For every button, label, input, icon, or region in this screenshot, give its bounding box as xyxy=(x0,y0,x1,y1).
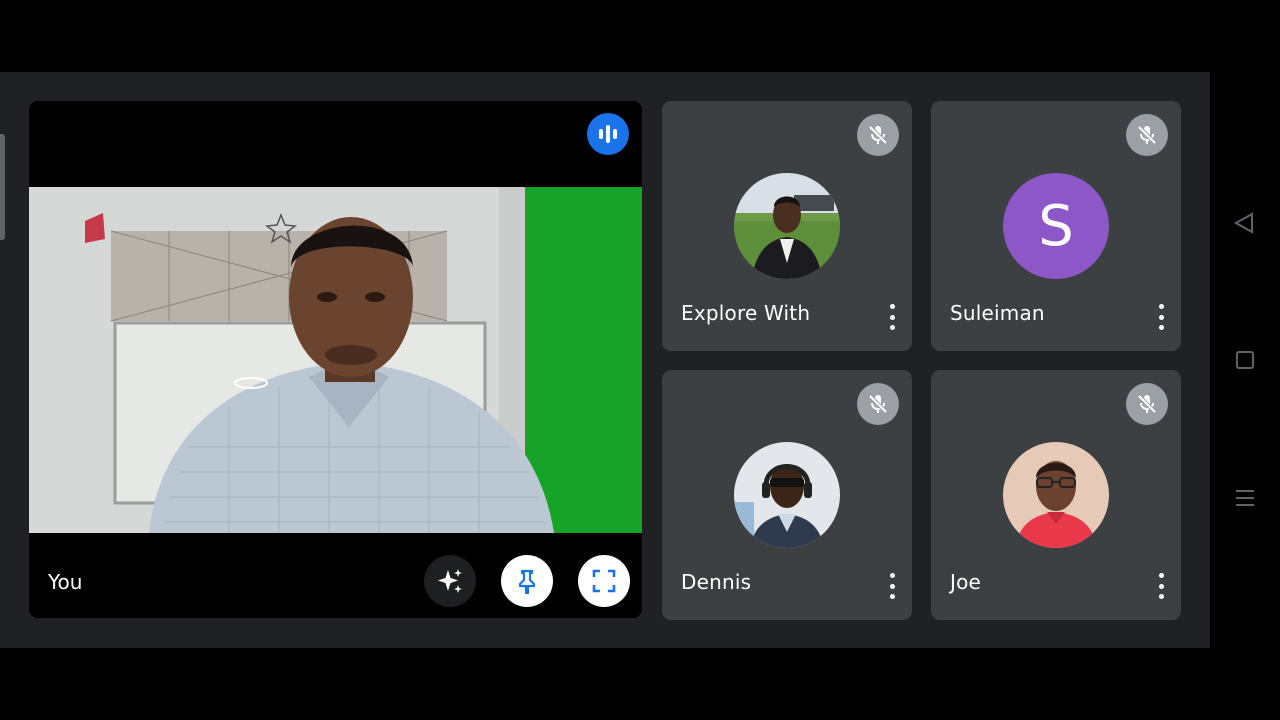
mic-off-icon xyxy=(868,394,888,414)
edge-panel-handle[interactable] xyxy=(0,134,5,240)
participant-name: Dennis xyxy=(681,570,752,594)
participant-tile[interactable]: Explore With xyxy=(662,101,912,351)
participant-tile[interactable]: S Suleiman xyxy=(931,101,1181,351)
mic-off-icon xyxy=(868,125,888,145)
participant-name: Suleiman xyxy=(950,301,1045,325)
more-vert-icon xyxy=(1158,304,1164,309)
mic-off-indicator xyxy=(1126,114,1168,156)
participant-name: Explore With xyxy=(681,301,811,325)
participant-tile[interactable]: Dennis xyxy=(662,370,912,620)
sparkle-icon xyxy=(438,569,462,593)
self-video-tile[interactable]: You xyxy=(29,101,642,618)
speaking-indicator xyxy=(587,113,629,155)
participant-name: Joe xyxy=(950,570,982,594)
participant-avatar xyxy=(734,173,840,279)
self-name-label: You xyxy=(48,570,83,594)
fullscreen-button[interactable] xyxy=(578,555,630,607)
pin-icon xyxy=(518,569,536,595)
more-options-button[interactable] xyxy=(1153,304,1169,330)
menu-icon xyxy=(1236,490,1254,506)
mic-off-indicator xyxy=(857,114,899,156)
self-camera-feed xyxy=(29,187,642,533)
more-vert-icon xyxy=(889,304,895,309)
menu-button[interactable] xyxy=(1235,488,1255,512)
mic-off-indicator xyxy=(857,383,899,425)
mic-off-icon xyxy=(1137,394,1157,414)
fullscreen-icon xyxy=(592,569,616,593)
participant-avatar xyxy=(734,442,840,548)
home-icon xyxy=(1236,351,1254,369)
pin-button[interactable] xyxy=(501,555,553,607)
more-vert-icon xyxy=(889,573,895,578)
participant-avatar-letter: S xyxy=(1003,173,1109,279)
more-options-button[interactable] xyxy=(884,304,900,330)
mic-off-indicator xyxy=(1126,383,1168,425)
participant-tile[interactable]: Joe xyxy=(931,370,1181,620)
more-options-button[interactable] xyxy=(884,573,900,599)
audio-bars-icon xyxy=(599,125,617,143)
more-vert-icon xyxy=(1158,573,1164,578)
back-icon xyxy=(1233,212,1253,234)
back-button[interactable] xyxy=(1233,211,1255,239)
effects-button[interactable] xyxy=(424,555,476,607)
mic-off-icon xyxy=(1137,125,1157,145)
home-button[interactable] xyxy=(1235,350,1255,374)
more-options-button[interactable] xyxy=(1153,573,1169,599)
participant-avatar xyxy=(1003,442,1109,548)
